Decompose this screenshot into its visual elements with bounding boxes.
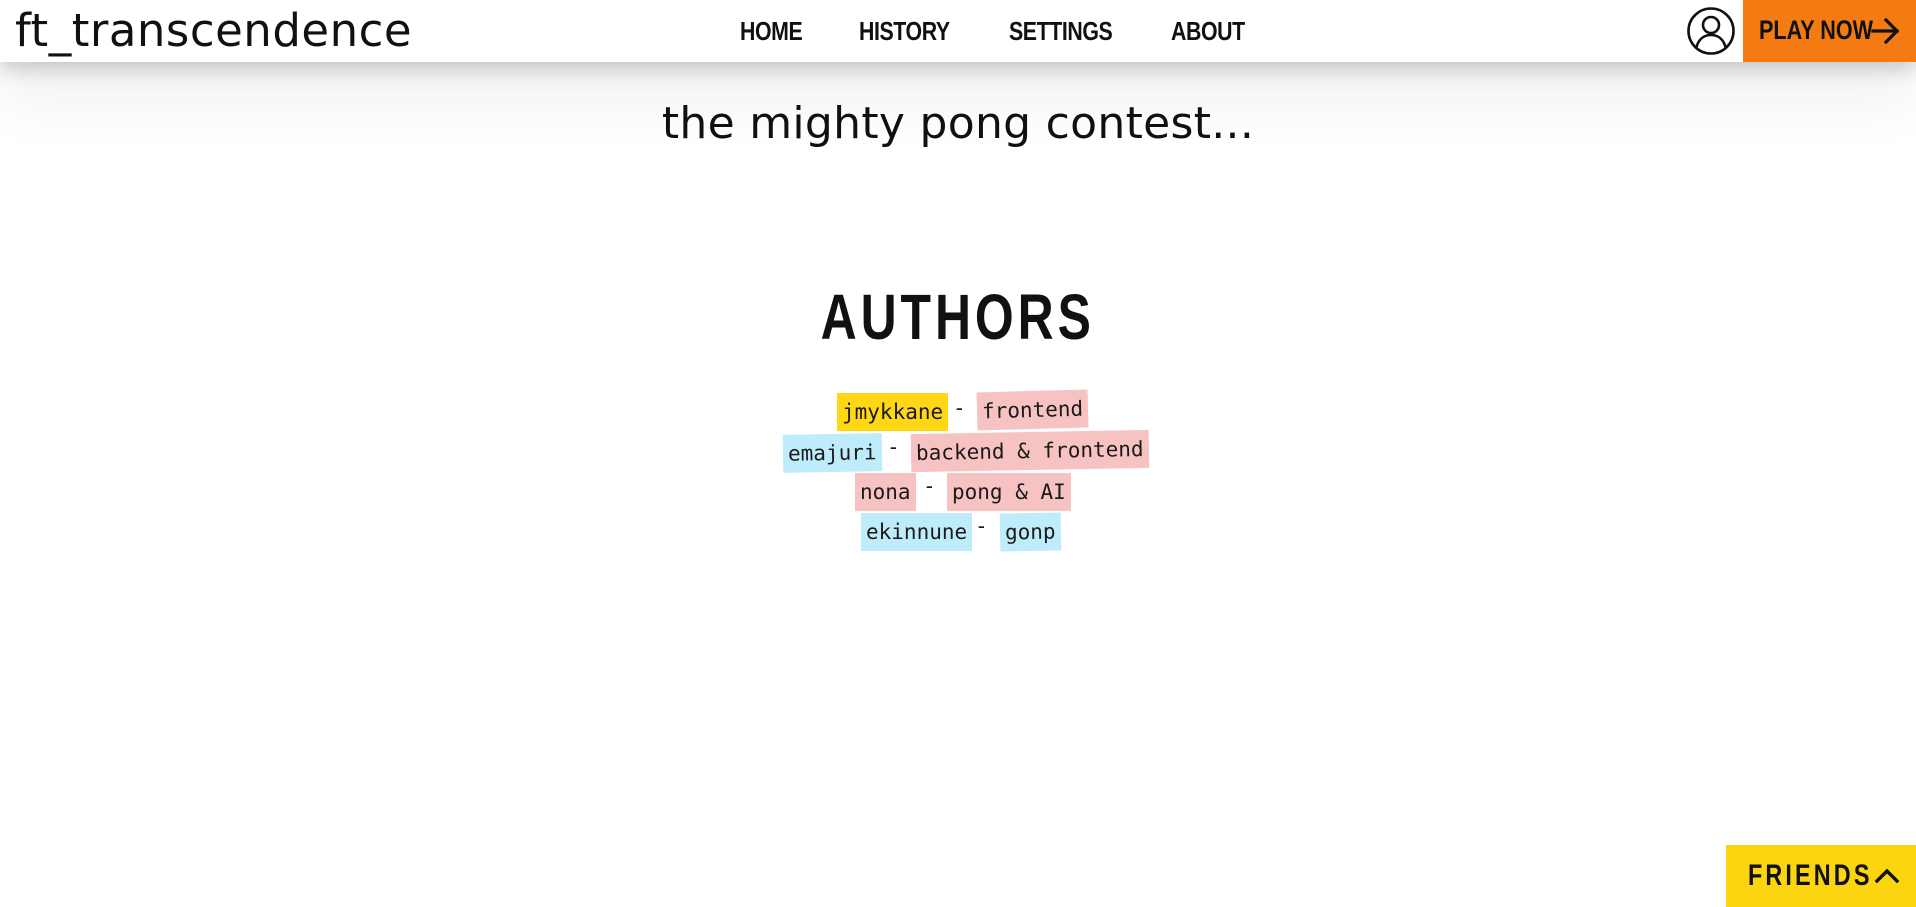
author-role-tag: gonp <box>999 512 1061 552</box>
friends-toggle-button[interactable]: FRIENDS <box>1726 845 1916 907</box>
author-role-tag: backend & frontend <box>910 429 1149 473</box>
nav-history-link[interactable]: HISTORY <box>859 16 950 47</box>
author-role-tag: pong & AI <box>947 473 1071 511</box>
authors-heading: AUTHORS <box>0 280 1916 354</box>
author-row: jmykkane - frontend <box>837 389 1089 431</box>
play-now-button[interactable]: PLAY NOW <box>1743 0 1916 62</box>
friends-label: FRIENDS <box>1748 859 1873 892</box>
separator: - <box>975 514 988 538</box>
authors-heading-text: AUTHORS <box>820 281 1096 353</box>
author-name-tag: jmykkane <box>837 393 949 431</box>
author-role-tag: frontend <box>976 389 1089 431</box>
author-row: nona - pong & AI <box>855 473 1071 511</box>
separator: - <box>887 435 900 459</box>
navbar: ft_transcendence HOME HISTORY SETTINGS A… <box>0 0 1916 62</box>
profile-button[interactable] <box>1686 6 1736 56</box>
brand-logo[interactable]: ft_transcendence <box>15 2 412 60</box>
author-name-tag: emajuri <box>782 433 882 473</box>
play-now-label: PLAY NOW <box>1759 15 1874 45</box>
author-name-tag: ekinnune <box>861 513 973 551</box>
nav-about-link[interactable]: ABOUT <box>1171 16 1245 47</box>
author-row: ekinnune - gonp <box>861 512 1061 552</box>
page-tagline: the mighty pong contest... <box>661 98 1255 149</box>
user-circle-icon <box>1687 7 1735 55</box>
author-row: emajuri - backend & frontend <box>782 429 1149 473</box>
arrow-right-icon <box>1871 17 1900 45</box>
nav-home-link[interactable]: HOME <box>740 16 803 47</box>
separator: - <box>953 396 966 420</box>
nav-settings-link[interactable]: SETTINGS <box>1009 16 1113 47</box>
author-name-tag: nona <box>855 473 916 511</box>
separator: - <box>923 474 936 498</box>
chevron-up-icon <box>1874 868 1900 884</box>
